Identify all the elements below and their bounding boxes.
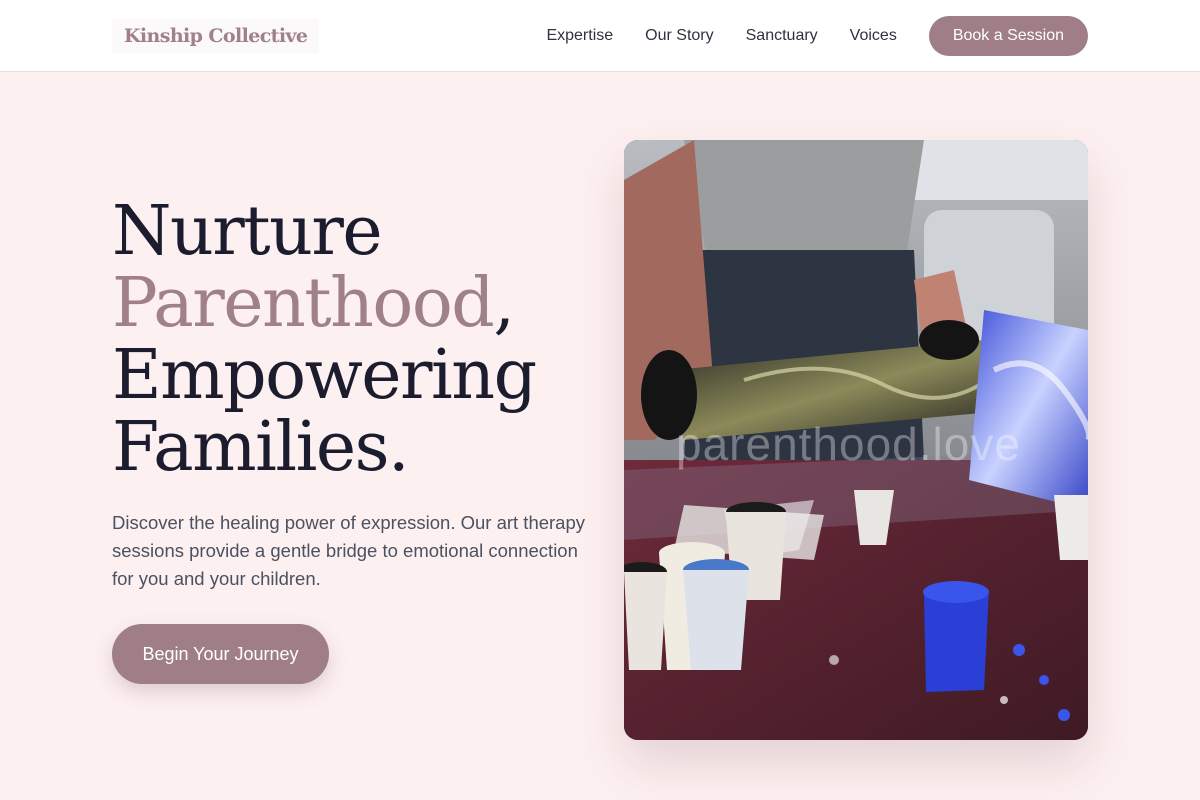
hero-title-line-nurture: Nurture (112, 192, 383, 271)
nav-link-sanctuary[interactable]: Sanctuary (746, 27, 818, 45)
site-header: Kinship Collective Expertise Our Story S… (0, 0, 1200, 72)
hero-image: parenthood.love (624, 140, 1088, 740)
begin-journey-button[interactable]: Begin Your Journey (112, 624, 329, 684)
brand-logo[interactable]: Kinship Collective (112, 18, 320, 54)
nav-link-our-story[interactable]: Our Story (645, 27, 713, 45)
image-watermark: parenthood.love (676, 418, 1021, 470)
hero-title: Nurture Parenthood, Empowering Families. (112, 196, 537, 487)
hero-title-accent: Parenthood (112, 264, 495, 343)
hero-title-line-empowering: Empowering (112, 336, 537, 415)
main-nav: Expertise Our Story Sanctuary Voices Boo… (546, 16, 1088, 56)
nav-link-expertise[interactable]: Expertise (546, 27, 613, 45)
nav-link-voices[interactable]: Voices (850, 27, 897, 45)
hero-title-comma: , (493, 264, 515, 343)
hero-title-line-families: Families. (112, 408, 410, 487)
book-session-button[interactable]: Book a Session (928, 16, 1088, 56)
hero-subtitle: Discover the healing power of expression… (112, 512, 586, 589)
